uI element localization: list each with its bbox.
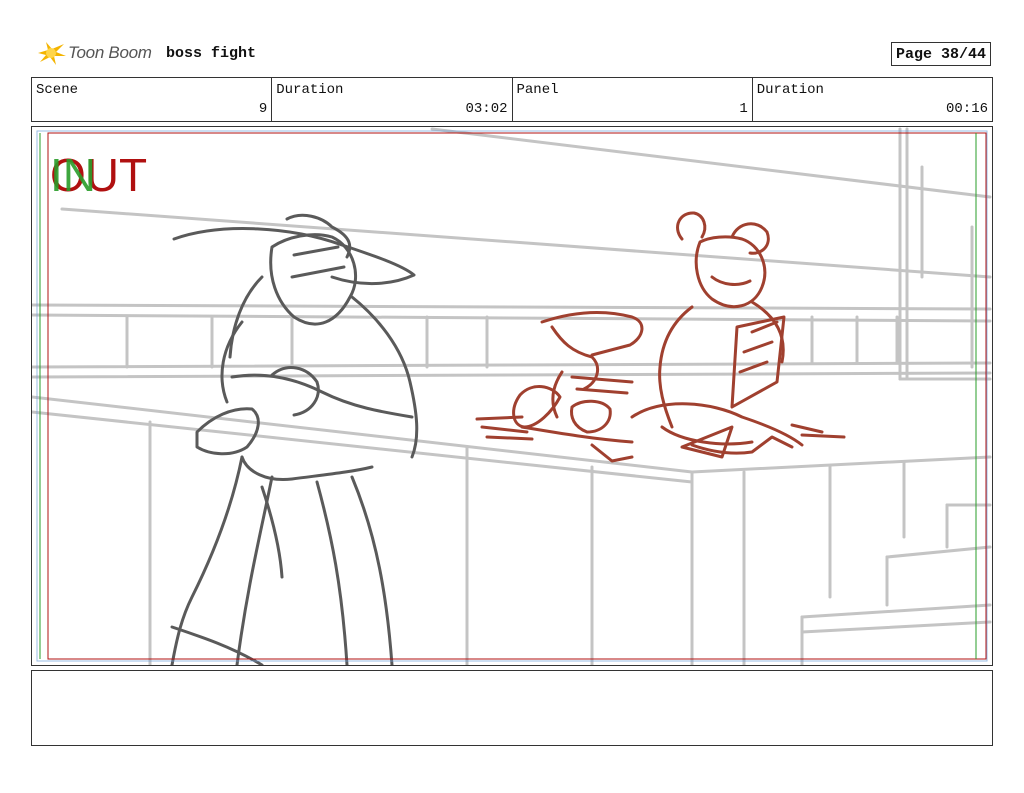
- scene-cell: Scene 9: [32, 78, 273, 121]
- character-sketch-red: [475, 211, 846, 463]
- background-sketch: [32, 127, 992, 665]
- logo-text: Toon Boom: [68, 43, 152, 62]
- panel-duration-cell: Duration 00:16: [753, 78, 992, 121]
- panel-value: 1: [739, 101, 748, 117]
- camera-frame-border: [36, 130, 988, 662]
- page-number: Page 38/44: [891, 42, 991, 66]
- toon-boom-logo: Toon Boom: [34, 38, 152, 68]
- panel-notes-box[interactable]: [31, 670, 993, 746]
- in-label: IN: [50, 149, 96, 201]
- panel-duration-value: 00:16: [945, 101, 988, 117]
- scene-value: 9: [258, 101, 268, 117]
- scene-duration-value: 03:02: [465, 101, 508, 117]
- project-title: boss fight: [166, 45, 257, 62]
- scene-info-table: Scene 9 Duration 03:02 Panel 1 Duration …: [31, 77, 993, 122]
- scene-label: Scene: [36, 82, 79, 98]
- toon-boom-star-icon: [38, 42, 66, 65]
- panel-cell: Panel 1: [513, 78, 753, 121]
- scene-duration-label: Duration: [276, 82, 344, 98]
- panel-duration-label: Duration: [756, 82, 824, 98]
- panel-sketch: OUT IN: [32, 127, 992, 665]
- out-frame-border: [47, 132, 987, 660]
- storyboard-panel: OUT IN: [31, 126, 993, 666]
- panel-label: Panel: [516, 82, 559, 98]
- scene-duration-cell: Duration 03:02: [272, 78, 513, 121]
